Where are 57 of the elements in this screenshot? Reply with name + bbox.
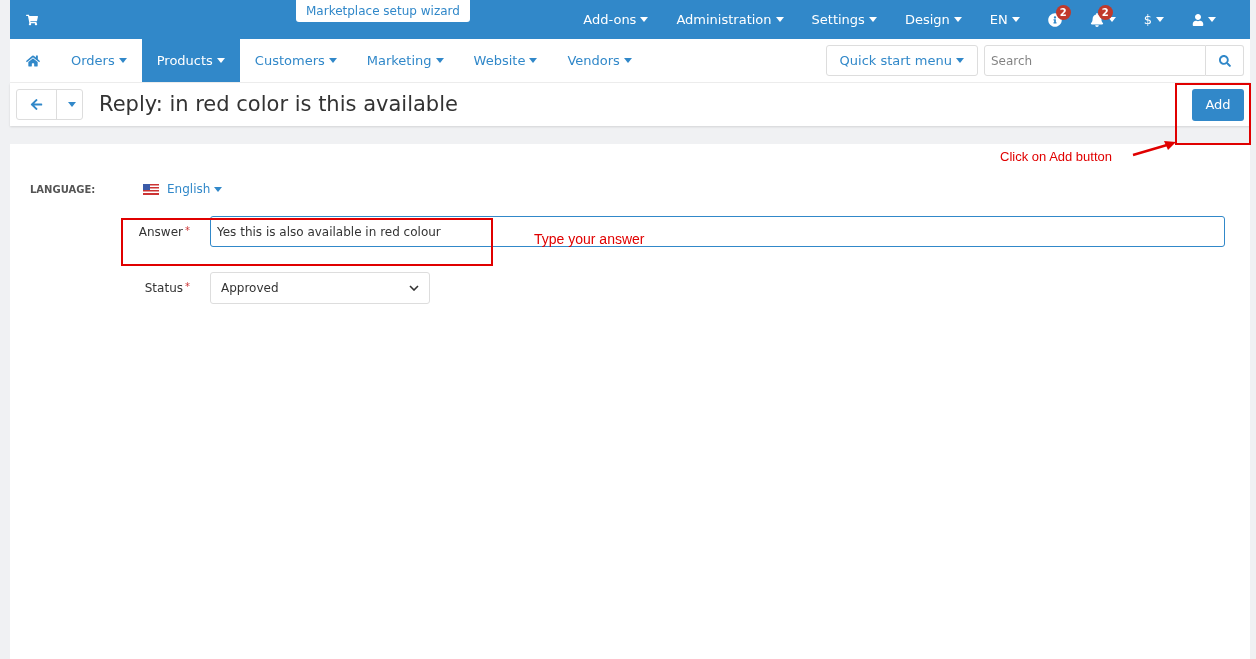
search-icon	[1218, 54, 1231, 67]
chevron-down-icon	[409, 285, 419, 291]
language-label: LANGUAGE:	[30, 182, 97, 197]
nav-tab[interactable]: Vendors	[552, 39, 647, 82]
caret-icon	[1011, 17, 1020, 22]
nav-tab[interactable]: Marketing	[351, 39, 459, 82]
nav-tab[interactable]: Products	[141, 39, 240, 82]
caret-icon	[623, 58, 632, 63]
caret-icon	[956, 58, 964, 63]
caret-icon	[529, 58, 538, 63]
status-select[interactable]: Approved	[210, 272, 430, 304]
caret-icon	[1208, 17, 1216, 22]
us-flag-icon	[143, 183, 159, 195]
page-title: Reply: in red color is this available	[99, 90, 458, 118]
caret-icon	[216, 58, 225, 63]
caret-icon	[118, 58, 127, 63]
caret-icon	[435, 58, 444, 63]
wizard-tab[interactable]: Marketplace setup wizard	[296, 0, 470, 22]
notifications-menu[interactable]: 2	[1075, 0, 1130, 39]
top-menu-item[interactable]: Administration	[662, 9, 798, 30]
annotation-arrow	[1131, 140, 1177, 158]
search-field[interactable]: Search	[984, 45, 1206, 76]
required-mark: *	[185, 223, 190, 238]
caret-icon	[1156, 17, 1164, 22]
nav-tab[interactable]: Customers	[239, 39, 352, 82]
field-label: Answer	[138, 223, 183, 241]
cart-button[interactable]	[26, 13, 38, 26]
caret-icon	[214, 186, 223, 192]
field-label: Status	[144, 280, 183, 297]
top-menu-item[interactable]: Settings	[797, 9, 891, 30]
back-arrow-icon	[30, 98, 43, 111]
top-menu-item[interactable]: Add-ons	[569, 9, 663, 30]
top-menu-item[interactable]: EN	[975, 9, 1034, 30]
caret-icon	[640, 17, 649, 22]
info-menu[interactable]: 2	[1033, 0, 1076, 39]
cart-icon	[26, 13, 38, 26]
caret-icon	[1107, 17, 1116, 22]
home-icon	[26, 53, 40, 68]
required-mark: *	[185, 280, 190, 294]
nav-tab[interactable]: Orders	[56, 39, 142, 82]
nav-tab[interactable]: Website	[458, 39, 553, 82]
annotation-text: Click on Add button	[1000, 148, 1113, 166]
top-menu-item[interactable]: $	[1129, 9, 1178, 30]
add-button[interactable]: Add	[1192, 88, 1244, 121]
language-dropdown[interactable]: English	[143, 180, 223, 198]
caret-icon	[775, 17, 784, 22]
caret-icon	[953, 17, 962, 22]
caret-icon	[67, 102, 76, 107]
notification-badge: 2	[1055, 5, 1071, 20]
bell-icon	[1089, 12, 1104, 27]
user-icon	[1192, 13, 1204, 26]
caret-icon	[868, 17, 877, 22]
caret-icon	[328, 58, 337, 63]
quick-start-button[interactable]: Quick start menu	[825, 45, 978, 76]
search-button[interactable]	[1206, 45, 1244, 76]
top-menu-item[interactable]: Design	[890, 9, 976, 30]
annotation-text: Type your answer	[534, 230, 645, 249]
